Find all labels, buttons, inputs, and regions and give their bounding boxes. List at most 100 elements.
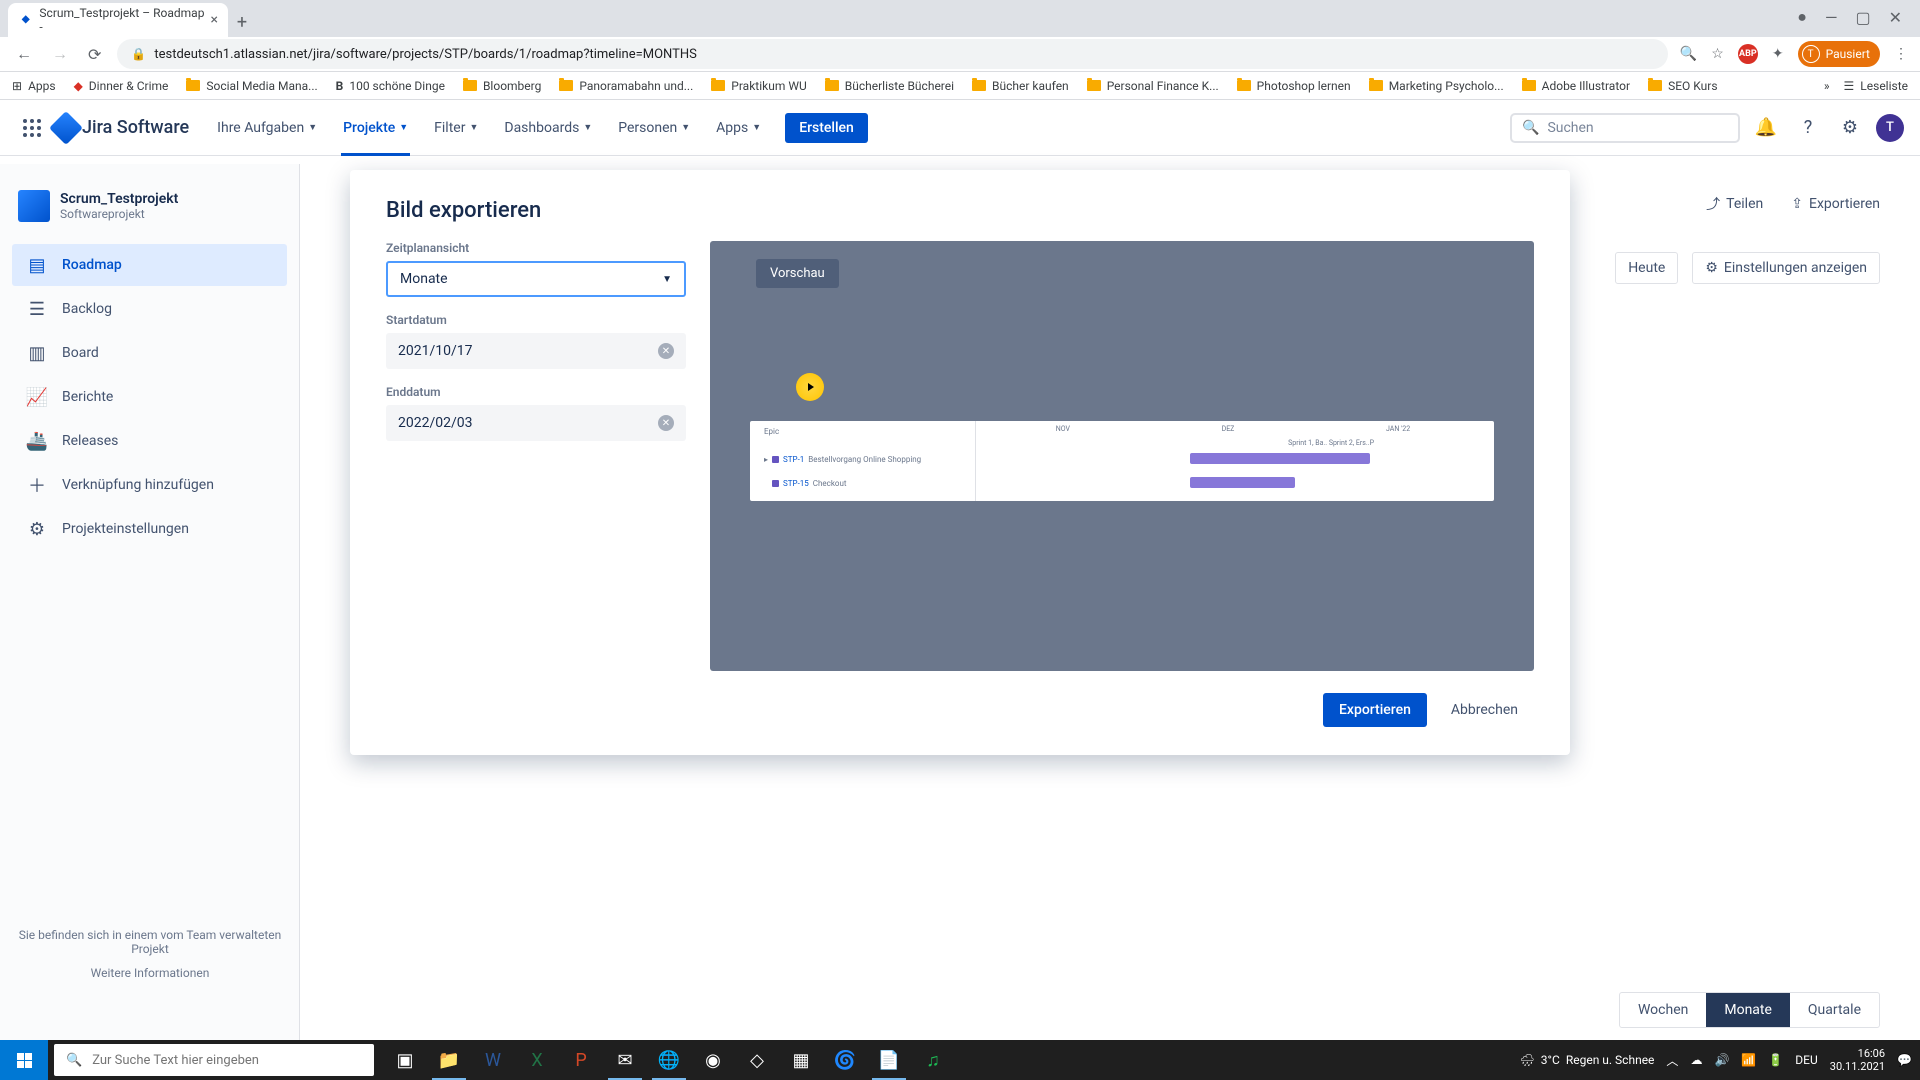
app-switcher-icon[interactable] bbox=[16, 112, 48, 144]
edge-icon[interactable]: 🌀 bbox=[824, 1040, 866, 1080]
nav-people[interactable]: Personen▼ bbox=[608, 112, 700, 144]
zoom-indicator-icon[interactable]: 🔍 bbox=[1680, 46, 1697, 62]
chrome-icon[interactable]: 🌐 bbox=[648, 1040, 690, 1080]
tab-bar: ◆ Scrum_Testprojekt – Roadmap - × + ● — … bbox=[0, 0, 1920, 37]
bookmark-item[interactable]: SEO Kurs bbox=[1648, 79, 1717, 93]
profile-badge[interactable]: T Pausiert bbox=[1798, 41, 1880, 67]
clock[interactable]: 16:06 30.11.2021 bbox=[1830, 1047, 1885, 1073]
word-icon[interactable]: W bbox=[472, 1040, 514, 1080]
maximize-icon[interactable]: ▢ bbox=[1855, 8, 1870, 27]
windows-search-input[interactable]: 🔍 Zur Suche Text hier eingeben bbox=[54, 1044, 374, 1076]
onedrive-icon[interactable]: ☁ bbox=[1690, 1053, 1702, 1067]
battery-icon[interactable]: 🔋 bbox=[1768, 1053, 1783, 1067]
modal-title: Bild exportieren bbox=[386, 198, 1534, 223]
nav-apps[interactable]: Apps▼ bbox=[706, 112, 771, 144]
label-end-date: Enddatum bbox=[386, 385, 686, 399]
jira-logo[interactable]: Jira Software bbox=[54, 116, 189, 140]
file-explorer-icon[interactable]: 📁 bbox=[428, 1040, 470, 1080]
bookmark-item[interactable]: Personal Finance K... bbox=[1087, 79, 1219, 93]
bookmark-item[interactable]: Bloomberg bbox=[463, 79, 541, 93]
search-input[interactable]: 🔍 Suchen bbox=[1510, 113, 1740, 143]
folder-icon bbox=[1237, 80, 1251, 91]
timeline-view-select[interactable]: Monate ▼ bbox=[386, 261, 686, 297]
new-tab-button[interactable]: + bbox=[228, 9, 256, 37]
nav-projects[interactable]: Projekte▼ bbox=[333, 112, 418, 144]
notifications-tray-icon[interactable]: 💬 bbox=[1897, 1053, 1912, 1067]
nav-your-work[interactable]: Ihre Aufgaben▼ bbox=[207, 112, 327, 144]
bookmark-item[interactable]: Marketing Psycholo... bbox=[1369, 79, 1504, 93]
nav-filters[interactable]: Filter▼ bbox=[424, 112, 488, 144]
abp-extension-icon[interactable]: ABP bbox=[1738, 44, 1758, 64]
bookmark-item[interactable]: ◆Dinner & Crime bbox=[74, 79, 169, 93]
folder-icon bbox=[186, 80, 200, 91]
task-view-icon[interactable]: ▣ bbox=[384, 1040, 426, 1080]
menu-dots-icon[interactable]: ⋮ bbox=[1894, 46, 1908, 62]
weather-widget[interactable]: 🌧 3°C Regen u. Schnee bbox=[1520, 1053, 1655, 1067]
start-button[interactable] bbox=[0, 1040, 48, 1080]
bookmark-item[interactable]: Photoshop lernen bbox=[1237, 79, 1351, 93]
obs-icon[interactable]: ◉ bbox=[692, 1040, 734, 1080]
excel-icon[interactable]: X bbox=[516, 1040, 558, 1080]
bookmark-item[interactable]: Adobe Illustrator bbox=[1522, 79, 1630, 93]
jira-logo-icon bbox=[49, 111, 83, 145]
account-dot-icon[interactable]: ● bbox=[1797, 7, 1807, 27]
wifi-icon[interactable]: 📶 bbox=[1741, 1053, 1756, 1067]
bookmark-item[interactable]: Panoramabahn und... bbox=[559, 79, 693, 93]
folder-icon bbox=[1522, 80, 1536, 91]
label-timeline-view: Zeitplanansicht bbox=[386, 241, 686, 255]
minimize-icon[interactable]: — bbox=[1825, 8, 1838, 27]
chevron-down-icon: ▼ bbox=[308, 122, 317, 133]
user-avatar[interactable]: T bbox=[1876, 114, 1904, 142]
app-icon[interactable]: ◇ bbox=[736, 1040, 778, 1080]
url-field[interactable]: 🔒 testdeutsch1.atlassian.net/jira/softwa… bbox=[117, 39, 1667, 69]
create-button[interactable]: Erstellen bbox=[785, 113, 868, 143]
list-icon: ☰ bbox=[1844, 79, 1855, 93]
chevron-down-icon: ▼ bbox=[469, 122, 478, 133]
window-controls: ● — ▢ ✕ bbox=[1797, 0, 1920, 34]
folder-icon bbox=[1648, 80, 1662, 91]
settings-gear-icon[interactable]: ⚙ bbox=[1834, 112, 1866, 144]
bookmark-item[interactable]: Bücherliste Bücherei bbox=[825, 79, 954, 93]
spotify-icon[interactable]: ♫ bbox=[912, 1040, 954, 1080]
windows-taskbar: 🔍 Zur Suche Text hier eingeben ▣ 📁 W X P… bbox=[0, 1040, 1920, 1080]
start-date-input[interactable]: 2021/10/17 ✕ bbox=[386, 333, 686, 369]
back-icon[interactable]: ← bbox=[12, 40, 36, 68]
windows-logo-icon bbox=[17, 1053, 32, 1068]
language-indicator[interactable]: DEU bbox=[1795, 1053, 1817, 1067]
clear-start-date-icon[interactable]: ✕ bbox=[658, 343, 674, 359]
powerpoint-icon[interactable]: P bbox=[560, 1040, 602, 1080]
reload-icon[interactable]: ⟳ bbox=[84, 41, 105, 68]
notepad-icon[interactable]: 📄 bbox=[868, 1040, 910, 1080]
app-icon[interactable]: ▦ bbox=[780, 1040, 822, 1080]
cancel-button[interactable]: Abbrechen bbox=[1435, 693, 1534, 727]
export-confirm-button[interactable]: Exportieren bbox=[1323, 693, 1427, 727]
chevron-down-icon: ▼ bbox=[399, 122, 408, 133]
star-icon[interactable]: ☆ bbox=[1711, 46, 1724, 62]
chevron-down-icon: ▼ bbox=[662, 274, 672, 285]
clear-end-date-icon[interactable]: ✕ bbox=[658, 415, 674, 431]
mail-icon[interactable]: ✉ bbox=[604, 1040, 646, 1080]
browser-tab[interactable]: ◆ Scrum_Testprojekt – Roadmap - × bbox=[8, 3, 228, 37]
folder-icon bbox=[463, 80, 477, 91]
bookmarks-overflow-icon[interactable]: » bbox=[1824, 79, 1830, 93]
nav-dashboards[interactable]: Dashboards▼ bbox=[494, 112, 602, 144]
volume-icon[interactable]: 🔊 bbox=[1714, 1053, 1729, 1067]
folder-icon bbox=[1369, 80, 1383, 91]
bookmark-item[interactable]: Praktikum WU bbox=[711, 79, 806, 93]
forward-icon[interactable]: → bbox=[48, 40, 72, 68]
bookmark-item[interactable]: B100 schöne Dinge bbox=[336, 79, 445, 93]
extensions-icon[interactable]: ✦ bbox=[1772, 46, 1784, 62]
profile-avatar: T bbox=[1802, 45, 1820, 63]
bookmark-apps[interactable]: ⊞Apps bbox=[12, 79, 56, 93]
reading-list[interactable]: ☰Leseliste bbox=[1844, 79, 1908, 93]
close-tab-icon[interactable]: × bbox=[211, 12, 218, 28]
bookmark-item[interactable]: Social Media Mana... bbox=[186, 79, 317, 93]
browser-chrome: ◆ Scrum_Testprojekt – Roadmap - × + ● — … bbox=[0, 0, 1920, 100]
help-icon[interactable]: ? bbox=[1792, 112, 1824, 144]
end-date-input[interactable]: 2022/02/03 ✕ bbox=[386, 405, 686, 441]
notifications-icon[interactable]: 🔔 bbox=[1750, 112, 1782, 144]
tray-chevron-icon[interactable]: ︿ bbox=[1666, 1052, 1678, 1069]
folder-icon bbox=[1087, 80, 1101, 91]
bookmark-item[interactable]: Bücher kaufen bbox=[972, 79, 1069, 93]
close-window-icon[interactable]: ✕ bbox=[1889, 8, 1902, 27]
